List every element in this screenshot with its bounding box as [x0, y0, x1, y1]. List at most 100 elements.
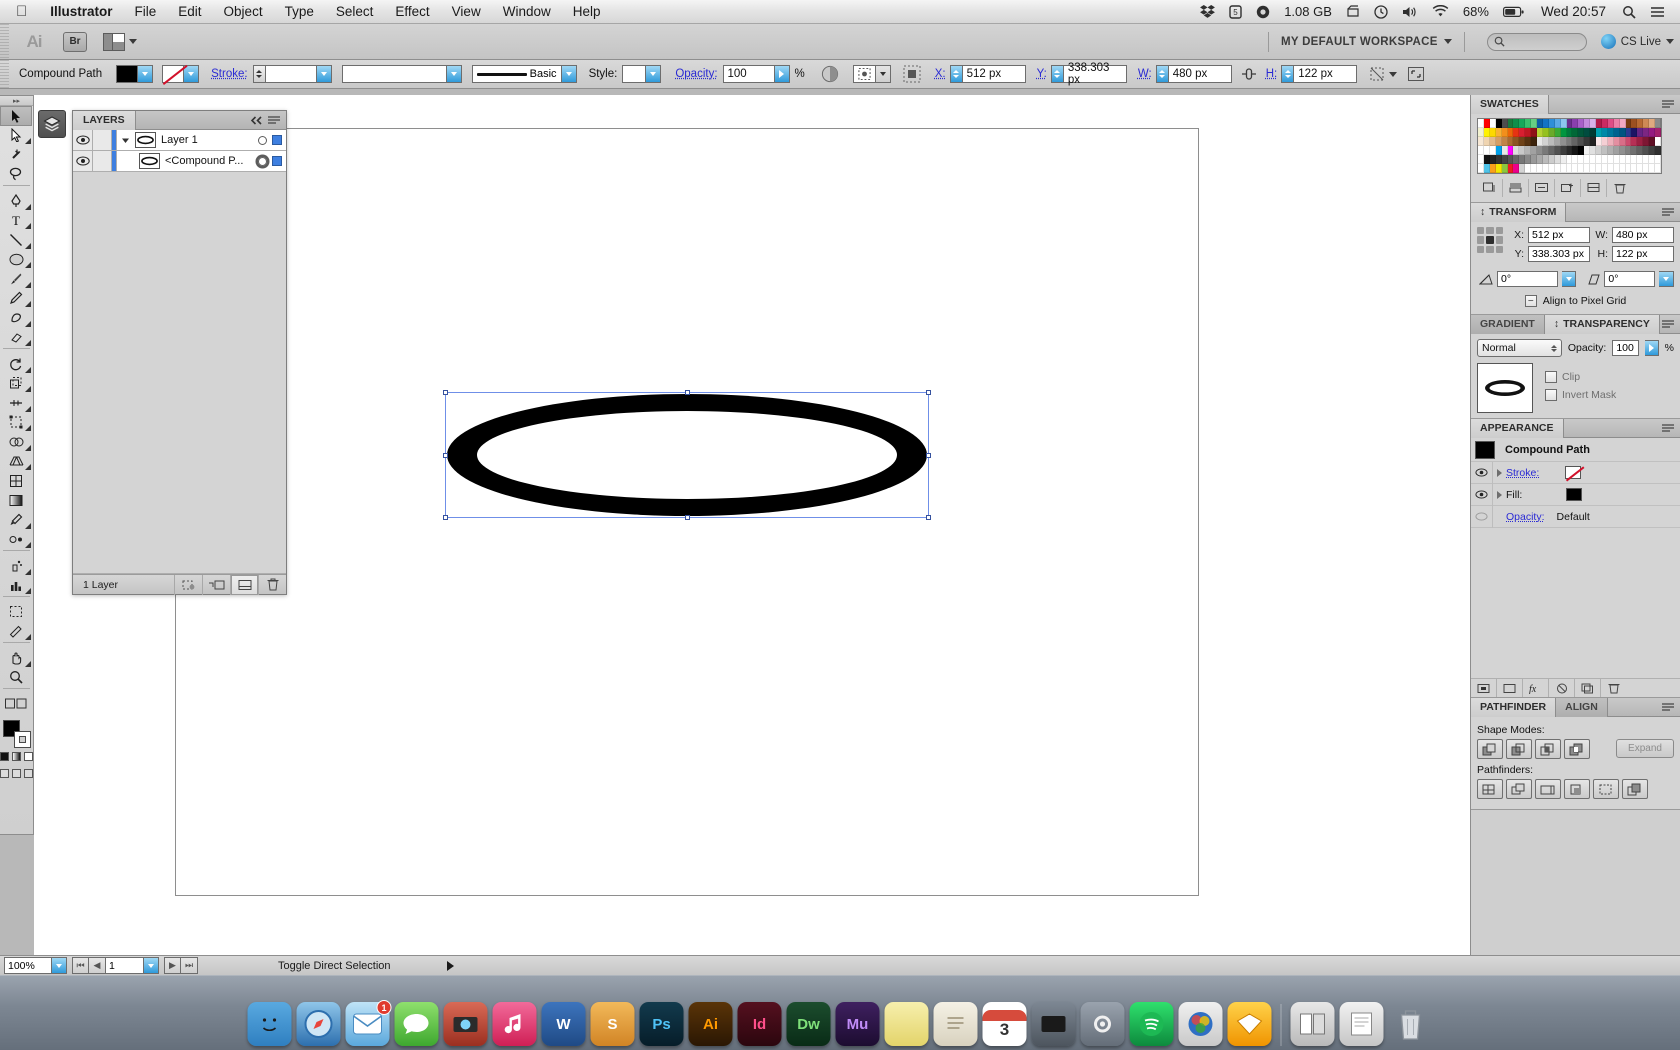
draw-behind-button[interactable]	[12, 768, 21, 778]
make-clipping-mask-button[interactable]	[174, 574, 202, 595]
stroke-color-control[interactable]	[162, 65, 200, 83]
swatch-5-30[interactable]	[1655, 164, 1661, 173]
mail-icon[interactable]: 1	[345, 1000, 392, 1046]
symbol-sprayer-tool[interactable]	[0, 556, 32, 576]
safari-icon[interactable]	[296, 1002, 341, 1046]
h-input[interactable]: 122 px	[1293, 65, 1358, 83]
artboard-number-input[interactable]: 1	[106, 957, 144, 974]
anchor-point[interactable]	[443, 390, 448, 395]
artboard-dropdown-icon[interactable]	[144, 957, 159, 974]
stroke-dropdown-icon[interactable]	[184, 65, 200, 83]
anchor-point[interactable]	[926, 515, 931, 520]
arrange-documents-button[interactable]	[103, 32, 137, 51]
stroke-style-dropdown-icon[interactable]	[446, 65, 462, 83]
calendar-icon[interactable]: 3	[982, 1002, 1027, 1046]
align-pixel-grid-row[interactable]: − Align to Pixel Grid	[1477, 290, 1674, 309]
shear-angle-input[interactable]: 0°	[1604, 271, 1656, 287]
opacity-control[interactable]: 100	[722, 65, 790, 83]
expand-button[interactable]: Expand	[1616, 739, 1674, 758]
swatches-grid[interactable]	[1477, 118, 1662, 174]
layer-row-layer1[interactable]: Layer 1	[73, 130, 286, 151]
x-input[interactable]: 512 px	[961, 65, 1026, 83]
zoom-tool[interactable]	[0, 668, 32, 688]
anchor-point[interactable]	[684, 390, 690, 395]
dreamweaver-icon[interactable]: Dw	[786, 1002, 831, 1046]
zoom-level-input[interactable]: 100%	[4, 957, 52, 974]
layers-dock-button[interactable]	[38, 110, 66, 138]
anchor-point[interactable]	[926, 452, 931, 458]
tab-align[interactable]: ALIGN	[1556, 697, 1608, 717]
blend-tool[interactable]	[0, 530, 32, 550]
menu-view[interactable]: View	[441, 0, 492, 24]
swatch-options-button[interactable]	[1529, 178, 1555, 197]
menu-object[interactable]: Object	[213, 0, 274, 24]
cs-live-button[interactable]: CS Live	[1600, 34, 1674, 49]
appearance-opacity-label[interactable]: Opacity:	[1506, 511, 1545, 523]
zoom-level-dropdown-icon[interactable]	[52, 957, 67, 974]
sublayer-name[interactable]: <Compound P...	[165, 155, 243, 167]
transform-x-input[interactable]: 512 px	[1528, 227, 1590, 243]
artboard-tool[interactable]	[0, 602, 32, 622]
divide-icon[interactable]	[1477, 779, 1503, 799]
blob-brush-tool[interactable]	[0, 308, 32, 328]
width-profile-box[interactable]: Basic	[471, 65, 562, 83]
appearance-panel-menu-icon[interactable]	[1662, 423, 1680, 433]
rotate-tool[interactable]	[0, 354, 32, 374]
select-similar-icon[interactable]	[852, 65, 876, 83]
pathfinder-panel-menu-icon[interactable]	[1662, 702, 1680, 712]
chain-link-icon[interactable]	[1240, 66, 1258, 82]
fill-color-control[interactable]	[116, 65, 154, 83]
h-label[interactable]: H:	[1266, 68, 1278, 80]
fill-stroke-indicator[interactable]	[2, 719, 31, 748]
previous-artboard-button[interactable]: ◀	[89, 957, 106, 974]
anchor-point[interactable]	[684, 515, 690, 520]
outline-icon[interactable]	[1593, 779, 1619, 799]
gradient-button[interactable]	[12, 751, 21, 761]
rotate-angle-input[interactable]: 0°	[1497, 271, 1558, 287]
swatch-3-30[interactable]	[1655, 146, 1661, 155]
launch-bridge-button[interactable]: Br	[63, 31, 87, 52]
graphic-style-control[interactable]	[622, 65, 662, 83]
appearance-stroke-row[interactable]: Stroke:	[1471, 461, 1680, 484]
align-flyout-icon[interactable]	[903, 65, 921, 83]
blend-mode-select[interactable]: Normal	[1477, 339, 1562, 357]
gradient-tool[interactable]	[0, 491, 32, 511]
volume-icon[interactable]	[1395, 0, 1425, 24]
stickies-icon[interactable]	[884, 1002, 929, 1046]
trim-icon[interactable]	[1506, 779, 1532, 799]
layer-visibility-toggle[interactable]	[73, 130, 93, 150]
status-menu-arrow-icon[interactable]	[446, 960, 454, 971]
direct-selection-tool[interactable]	[0, 126, 32, 146]
h-control[interactable]: 122 px	[1281, 65, 1358, 83]
tab-pathfinder[interactable]: PATHFINDER	[1471, 697, 1557, 717]
anchor-point[interactable]	[926, 390, 931, 395]
systemprefs-icon[interactable]	[1080, 1002, 1125, 1046]
notification-center-icon[interactable]	[1643, 0, 1672, 24]
layer-row-body[interactable]: Layer 1	[117, 130, 286, 150]
delete-item-button[interactable]	[1601, 679, 1627, 697]
shield-5-icon[interactable]: 5	[1222, 0, 1249, 24]
appearance-stroke-expand-icon[interactable]	[1497, 468, 1502, 477]
muse-icon[interactable]: Mu	[835, 1002, 880, 1046]
fullscreen-icon[interactable]	[1407, 66, 1425, 82]
ellipse-tool[interactable]	[0, 250, 32, 270]
tab-layers[interactable]: LAYERS	[73, 110, 136, 130]
opacity-label[interactable]: Opacity:	[675, 68, 717, 80]
stroke-swatch-none[interactable]	[162, 65, 185, 83]
selection-tool[interactable]	[0, 106, 32, 126]
sublayer-row-body[interactable]: <Compound P...	[117, 151, 286, 171]
rotate-angle-dropdown-icon[interactable]	[1561, 271, 1577, 287]
shape-builder-tool[interactable]	[0, 432, 32, 452]
anchor-point[interactable]	[443, 452, 448, 458]
control-panel-grip[interactable]	[0, 60, 9, 88]
next-artboard-button[interactable]: ▶	[164, 957, 181, 974]
select-similar-control[interactable]	[852, 65, 891, 83]
lasso-tool[interactable]	[0, 165, 32, 185]
transform-y-input[interactable]: 338.303 px	[1528, 246, 1590, 262]
transform-h-input[interactable]: 122 px	[1612, 246, 1674, 262]
perspective-grid-tool[interactable]	[0, 452, 32, 472]
documents-stack-icon[interactable]	[1339, 1002, 1384, 1046]
w-label[interactable]: W:	[1138, 68, 1152, 80]
y-stepper[interactable]	[1050, 65, 1063, 83]
y-label[interactable]: Y:	[1037, 68, 1047, 80]
